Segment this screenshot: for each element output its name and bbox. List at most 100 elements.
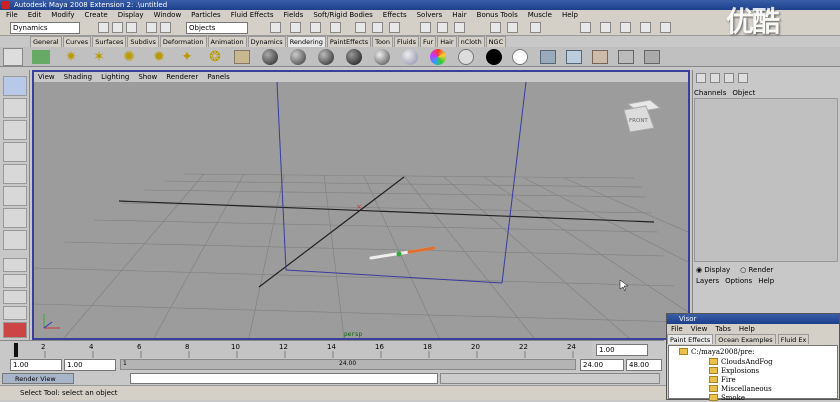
visor-tab-ocean-examples[interactable]: Ocean Examples (715, 334, 776, 344)
scale-tool-icon[interactable] (3, 186, 27, 206)
tree-item[interactable]: Smoke (709, 393, 745, 402)
visor-menu-help[interactable]: Help (739, 324, 755, 334)
point-light-icon[interactable]: ✺ (120, 49, 138, 65)
current-frame-field[interactable]: 1.00 (596, 344, 648, 356)
menu-window[interactable]: Window (154, 10, 182, 20)
last-tool-icon[interactable] (3, 230, 27, 250)
tree-item[interactable]: CloudsAndFog (709, 357, 773, 366)
shelf-tab-animation[interactable]: Animation (207, 36, 247, 47)
lambert-material-icon[interactable] (262, 49, 278, 65)
visor-menu-file[interactable]: File (671, 324, 683, 334)
channels-menu[interactable]: Channels (694, 88, 726, 98)
menu-edit[interactable]: Edit (28, 10, 42, 20)
shelf-tab-dynamics[interactable]: Dynamics (247, 36, 286, 47)
object-pivot[interactable] (396, 251, 402, 257)
batch-render-icon[interactable] (592, 50, 608, 64)
panel-menu-panels[interactable]: Panels (207, 72, 230, 82)
time-slider[interactable]: 2 4 6 8 10 12 14 16 18 20 22 24 1.00 (0, 340, 664, 359)
menu-create[interactable]: Create (84, 10, 107, 20)
open-scene-icon[interactable] (112, 22, 123, 33)
render-current-frame-icon[interactable] (420, 22, 431, 33)
shelf-tab-toon[interactable]: Toon (372, 36, 394, 47)
persp-outliner-layout-icon[interactable] (3, 290, 27, 304)
menu-display[interactable]: Display (118, 10, 144, 20)
surface-shader-icon[interactable] (458, 49, 474, 65)
rotate-tool-icon[interactable] (3, 164, 27, 184)
object-menu[interactable]: Object (732, 88, 755, 98)
panel-menu-show[interactable]: Show (138, 72, 157, 82)
help-question-icon[interactable] (507, 22, 518, 33)
playback-end-field[interactable]: 24.00 (580, 359, 624, 371)
render-globals-icon[interactable] (618, 50, 634, 64)
history-icon[interactable] (490, 22, 501, 33)
layers-menu[interactable]: Layers (696, 277, 719, 285)
paint-select-tool-icon[interactable] (3, 120, 27, 140)
render-settings-icon[interactable] (454, 22, 465, 33)
ipr-icon[interactable] (566, 50, 582, 64)
select-object-icon[interactable] (160, 22, 171, 33)
new-scene-icon[interactable] (98, 22, 109, 33)
menu-effects[interactable]: Effects (383, 10, 407, 20)
select-tool-icon[interactable] (3, 76, 27, 96)
shelf-tab-surfaces[interactable]: Surfaces (92, 36, 127, 47)
layer-editor-toggle-icon[interactable] (620, 22, 631, 33)
select-surface-icon[interactable] (330, 22, 341, 33)
channel-list[interactable] (694, 98, 838, 262)
area-light-icon[interactable]: ✦ (178, 49, 196, 65)
four-view-layout-icon[interactable] (3, 274, 27, 288)
light-linking-icon[interactable] (644, 50, 660, 64)
shading-map-icon[interactable] (512, 49, 528, 65)
manipulator-tool-icon[interactable] (3, 208, 27, 228)
menu-help[interactable]: Help (562, 10, 578, 20)
render-radio[interactable]: ○ Render (740, 266, 773, 274)
snap-curve-icon[interactable] (372, 22, 383, 33)
select-joint-icon[interactable] (290, 22, 301, 33)
hypershade-icon[interactable] (234, 50, 250, 64)
tool-settings-icon[interactable] (580, 22, 591, 33)
mel-input[interactable] (130, 373, 438, 384)
shelf-menu-icon[interactable] (3, 48, 23, 66)
ipr-render-icon[interactable] (437, 22, 448, 33)
anisotropic-material-icon[interactable] (374, 49, 390, 65)
end-time-field[interactable]: 48.00 (626, 359, 662, 371)
save-scene-icon[interactable] (126, 22, 137, 33)
lasso-tool-icon[interactable] (3, 98, 27, 118)
tool-settings-toggle-icon[interactable] (724, 73, 734, 83)
menu-bonus-tools[interactable]: Bonus Tools (477, 10, 518, 20)
shelf-tab-ncloth[interactable]: nCloth (457, 36, 485, 47)
layered-shader-icon[interactable] (402, 49, 418, 65)
ramp-shader-icon[interactable] (430, 49, 446, 65)
panel-menu-shading[interactable]: Shading (64, 72, 92, 82)
menu-fluid-effects[interactable]: Fluid Effects (231, 10, 274, 20)
use-background-icon[interactable] (486, 49, 502, 65)
single-perspective-layout-icon[interactable] (3, 258, 27, 272)
tree-item[interactable]: Miscellaneous (709, 384, 772, 393)
shelf-tab-fluids[interactable]: Fluids (394, 36, 420, 47)
visor-menu-tabs[interactable]: Tabs (715, 324, 731, 334)
panel-menu-view[interactable]: View (38, 72, 55, 82)
start-time-field[interactable]: 1.00 (10, 359, 62, 371)
tree-root[interactable]: C:/maya2008/pre: (679, 347, 755, 356)
menu-modify[interactable]: Modify (51, 10, 74, 20)
volume-light-icon[interactable]: ❂ (206, 49, 224, 65)
attribute-editor-toggle-icon[interactable] (710, 73, 720, 83)
visor-titlebar[interactable]: Visor (667, 314, 839, 324)
phong-material-icon[interactable] (318, 49, 334, 65)
camera-light-icon[interactable] (32, 50, 50, 64)
display-radio[interactable]: ◉ Display (696, 266, 730, 274)
directional-light-icon[interactable]: ✶ (90, 49, 108, 65)
channel-box-toggle-icon[interactable] (696, 73, 706, 83)
menuset-dropdown[interactable]: Dynamics (10, 22, 80, 34)
shelf-tab-ngc[interactable]: NGC (485, 36, 507, 47)
attribute-editor-icon[interactable] (530, 22, 541, 33)
range-bar[interactable]: 1 24.00 (120, 359, 576, 370)
shelf-tab-painteffects[interactable]: PaintEffects (326, 36, 372, 47)
ambient-light-icon[interactable]: ✷ (62, 49, 80, 65)
shelf-tab-curves[interactable]: Curves (62, 36, 92, 47)
shelf-tab-hair[interactable]: Hair (437, 36, 457, 47)
render-view-tab[interactable]: Render View (2, 373, 74, 384)
snap-point-icon[interactable] (389, 22, 400, 33)
visor-menu-view[interactable]: View (691, 324, 708, 334)
menu-hair[interactable]: Hair (452, 10, 466, 20)
blinn-material-icon[interactable] (290, 49, 306, 65)
